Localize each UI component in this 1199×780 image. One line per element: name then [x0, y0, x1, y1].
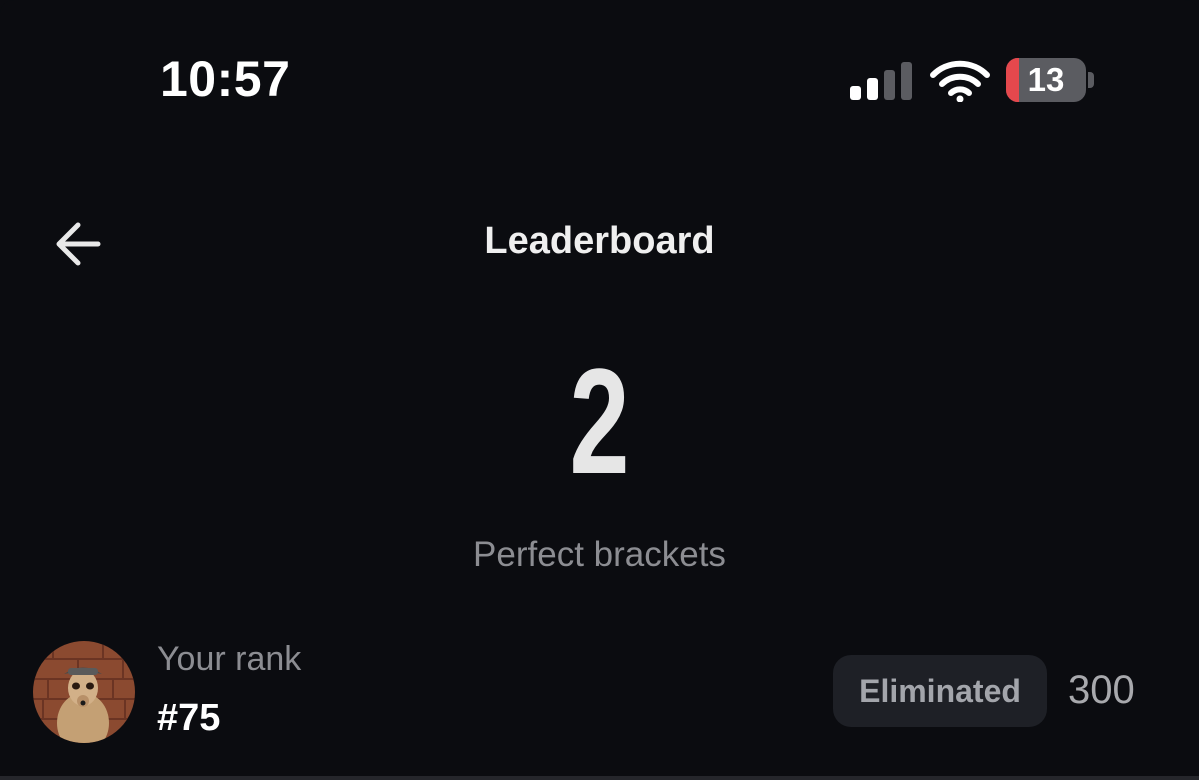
perfect-brackets-count: 2: [569, 337, 630, 505]
battery-cap: [1088, 72, 1094, 88]
page-title: Leaderboard: [484, 220, 715, 262]
your-rank-value: #75: [157, 697, 221, 739]
wifi-icon: [930, 60, 990, 103]
battery-icon: 13: [1006, 58, 1086, 102]
signal-bar: [901, 62, 912, 100]
signal-bar: [850, 86, 861, 100]
cell-signal-icon: [850, 62, 914, 100]
signal-bar: [884, 70, 895, 100]
status-badge: Eliminated: [833, 655, 1047, 727]
bottom-divider: [0, 776, 1199, 780]
signal-bar: [867, 78, 878, 100]
score-value: 300: [1068, 668, 1135, 712]
battery-level: 13: [1027, 61, 1065, 98]
meerkat-avatar-image: [33, 641, 135, 743]
avatar: [33, 641, 135, 743]
leaderboard-screen: 10:57 13 Leaderboard 2 Perfect brackets: [0, 0, 1199, 780]
status-time: 10:57: [160, 51, 291, 107]
your-rank-caption: Your rank: [157, 640, 302, 678]
perfect-brackets-label: Perfect brackets: [473, 535, 726, 574]
